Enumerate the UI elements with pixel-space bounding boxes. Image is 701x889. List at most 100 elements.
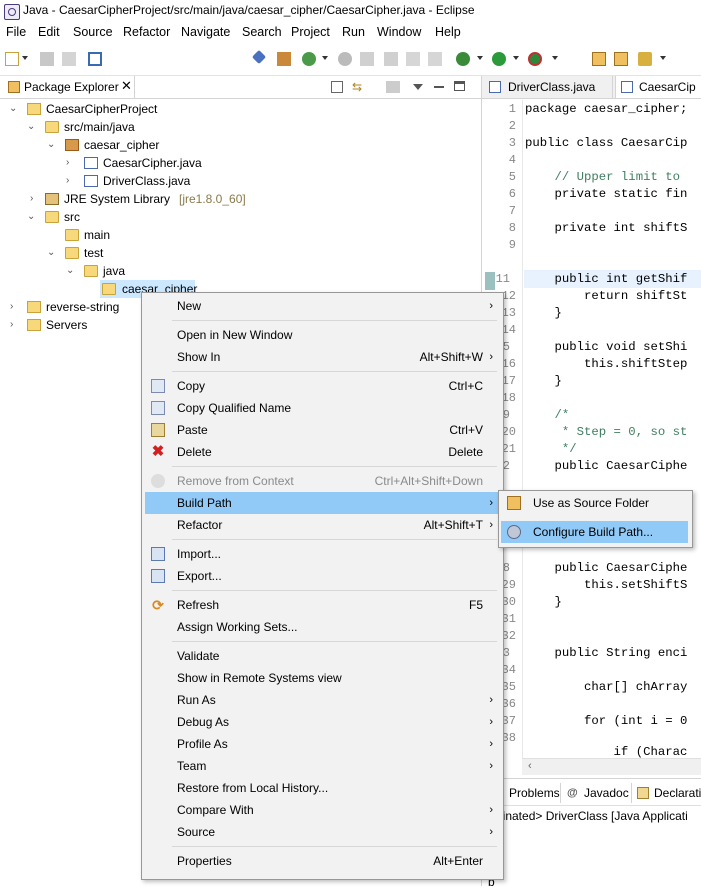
link-with-editor-icon[interactable]: ⇆ — [352, 81, 366, 93]
scroll-left-icon[interactable]: ‹ — [528, 760, 532, 772]
back-icon[interactable] — [428, 52, 442, 66]
expand-arrow-icon[interactable]: › — [30, 190, 33, 208]
tab-javadoc[interactable]: @ Javadoc — [563, 783, 632, 803]
collapse-arrow-icon[interactable]: ⌄ — [27, 118, 35, 136]
expand-arrow-icon[interactable]: › — [10, 298, 13, 316]
horizontal-scrollbar[interactable]: ‹ — [522, 758, 701, 775]
menu-item-team[interactable]: Team › — [145, 755, 500, 777]
new-java-project-icon[interactable] — [302, 52, 316, 66]
menu-item-remove-from-context[interactable]: Remove from Context Ctrl+Alt+Shift+Down — [145, 470, 500, 492]
menu-run[interactable]: Run — [342, 25, 365, 39]
menu-item-validate[interactable]: Validate — [145, 645, 500, 667]
menu-item-debug-as[interactable]: Debug As › — [145, 711, 500, 733]
search-icon[interactable] — [338, 52, 352, 66]
menu-item-run-as[interactable]: Run As › — [145, 689, 500, 711]
maximize-icon[interactable] — [454, 81, 465, 91]
new-icon[interactable] — [5, 52, 19, 66]
menu-item-import[interactable]: Import... — [145, 543, 500, 565]
menu-navigate[interactable]: Navigate — [181, 25, 230, 39]
tab-driver-class[interactable]: DriverClass.java — [484, 76, 613, 98]
expand-arrow-icon[interactable]: › — [10, 316, 13, 334]
last-edit-icon[interactable] — [406, 52, 420, 66]
save-all-icon[interactable] — [62, 52, 76, 66]
skip-breakpoints-icon[interactable] — [251, 49, 267, 65]
tree-item-src-main-java[interactable]: ⌄ src/main/java — [0, 118, 480, 136]
new-wizard-dropdown-icon[interactable] — [322, 56, 328, 60]
terminal-icon[interactable] — [88, 52, 102, 66]
tree-item-caesar-cipher-project[interactable]: ⌄ CaesarCipherProject — [0, 100, 480, 118]
expand-arrow-icon[interactable]: › — [66, 154, 69, 172]
package-explorer-tab[interactable]: Package Explorer ✕ — [2, 76, 135, 98]
collapse-arrow-icon[interactable]: ⌄ — [27, 208, 35, 226]
menu-item-copy[interactable]: Copy Ctrl+C — [145, 375, 500, 397]
menu-window[interactable]: Window — [377, 25, 421, 39]
tree-item-test[interactable]: ⌄ test — [0, 244, 480, 262]
minimize-icon[interactable] — [434, 86, 444, 88]
menu-item-export[interactable]: Export... — [145, 565, 500, 587]
view-menu-icon[interactable] — [413, 84, 423, 90]
menu-item-new[interactable]: New › — [145, 295, 500, 317]
external-tools-dropdown-icon[interactable] — [552, 56, 558, 60]
focus-icon[interactable] — [386, 81, 400, 93]
menu-item-show-in[interactable]: Show In Alt+Shift+W › — [145, 346, 500, 368]
open-project-icon[interactable] — [614, 52, 628, 66]
tree-item-main[interactable]: main — [0, 226, 480, 244]
menu-item-configure-build-path[interactable]: Configure Build Path... — [501, 521, 688, 543]
tool-dropdown-icon[interactable] — [660, 56, 666, 60]
menu-item-build-path[interactable]: Build Path › — [145, 492, 500, 514]
prev-annotation-icon[interactable] — [360, 52, 374, 66]
menu-item-open-in-new-window[interactable]: Open in New Window — [145, 324, 500, 346]
menu-item-copy-qualified-name[interactable]: Copy Qualified Name — [145, 397, 500, 419]
run-icon[interactable] — [492, 52, 506, 66]
tree-item-jre-system-library[interactable]: › JRE System Library [jre1.8.0_60] — [0, 190, 480, 208]
collapse-arrow-icon[interactable]: ⌄ — [66, 262, 74, 280]
collapse-arrow-icon[interactable]: ⌄ — [9, 100, 17, 118]
menu-item-show-in-remote-systems-view[interactable]: Show in Remote Systems view — [145, 667, 500, 689]
menu-source[interactable]: Source — [73, 25, 113, 39]
debug-icon[interactable] — [456, 52, 470, 66]
collapse-arrow-icon[interactable]: ⌄ — [47, 244, 55, 262]
tree-item-caesar-cipher-package[interactable]: ⌄ caesar_cipher — [0, 136, 480, 154]
tree-item-caesar-cipher-java[interactable]: › CaesarCipher.java — [0, 154, 480, 172]
menu-search[interactable]: Search — [242, 25, 282, 39]
menu-item-properties[interactable]: Properties Alt+Enter — [145, 850, 500, 872]
menu-item-restore-from-local-history[interactable]: Restore from Local History... — [145, 777, 500, 799]
menu-item-use-as-source-folder[interactable]: Use as Source Folder — [501, 492, 688, 514]
menu-edit[interactable]: Edit — [38, 25, 60, 39]
new-dropdown-icon[interactable] — [22, 56, 28, 60]
code-area[interactable]: package caesar_cipher; public class Caes… — [482, 100, 701, 760]
pen-tool-icon[interactable] — [638, 52, 652, 66]
tab-caesar-cipher[interactable]: CaesarCip — [615, 76, 701, 98]
menu-item-source[interactable]: Source › — [145, 821, 500, 843]
expand-arrow-icon[interactable]: › — [66, 172, 69, 190]
debug-dropdown-icon[interactable] — [477, 56, 483, 60]
menu-item-paste[interactable]: Paste Ctrl+V — [145, 419, 500, 441]
run-external-tools-icon[interactable] — [528, 52, 542, 66]
menu-item-profile-as[interactable]: Profile As › — [145, 733, 500, 755]
next-annotation-icon[interactable] — [384, 52, 398, 66]
run-dropdown-icon[interactable] — [513, 56, 519, 60]
tree-item-java[interactable]: ⌄ java — [0, 262, 480, 280]
menu-item-assign-working-sets[interactable]: Assign Working Sets... — [145, 616, 500, 638]
close-icon[interactable]: ✕ — [121, 78, 132, 94]
menu-item-delete[interactable]: ✖ Delete Delete — [145, 441, 500, 463]
menu-project[interactable]: Project — [291, 25, 330, 39]
submenu-arrow-icon: › — [489, 804, 493, 816]
java-editor: DriverClass.java CaesarCip 1 2 3 4 5 6 7… — [482, 76, 701, 776]
save-icon[interactable] — [40, 52, 54, 66]
tree-item-src[interactable]: ⌄ src — [0, 208, 480, 226]
submenu-arrow-icon: › — [489, 351, 493, 363]
menu-item-refresh[interactable]: ⟳ Refresh F5 — [145, 594, 500, 616]
menu-file[interactable]: File — [6, 25, 26, 39]
menu-help[interactable]: Help — [435, 25, 461, 39]
menu-item-compare-with[interactable]: Compare With › — [145, 799, 500, 821]
collapse-arrow-icon[interactable]: ⌄ — [47, 136, 55, 154]
collapse-all-icon[interactable] — [331, 81, 343, 93]
menu-item-refactor[interactable]: Refactor Alt+Shift+T › — [145, 514, 500, 536]
tree-item-driver-class-java[interactable]: › DriverClass.java — [0, 172, 480, 190]
open-type-icon[interactable] — [277, 52, 291, 66]
menu-refactor[interactable]: Refactor — [123, 25, 170, 39]
open-folder-icon[interactable] — [592, 52, 606, 66]
tab-declaration[interactable]: Declarati — [634, 783, 701, 803]
code-line: this.shiftStep — [525, 357, 688, 371]
